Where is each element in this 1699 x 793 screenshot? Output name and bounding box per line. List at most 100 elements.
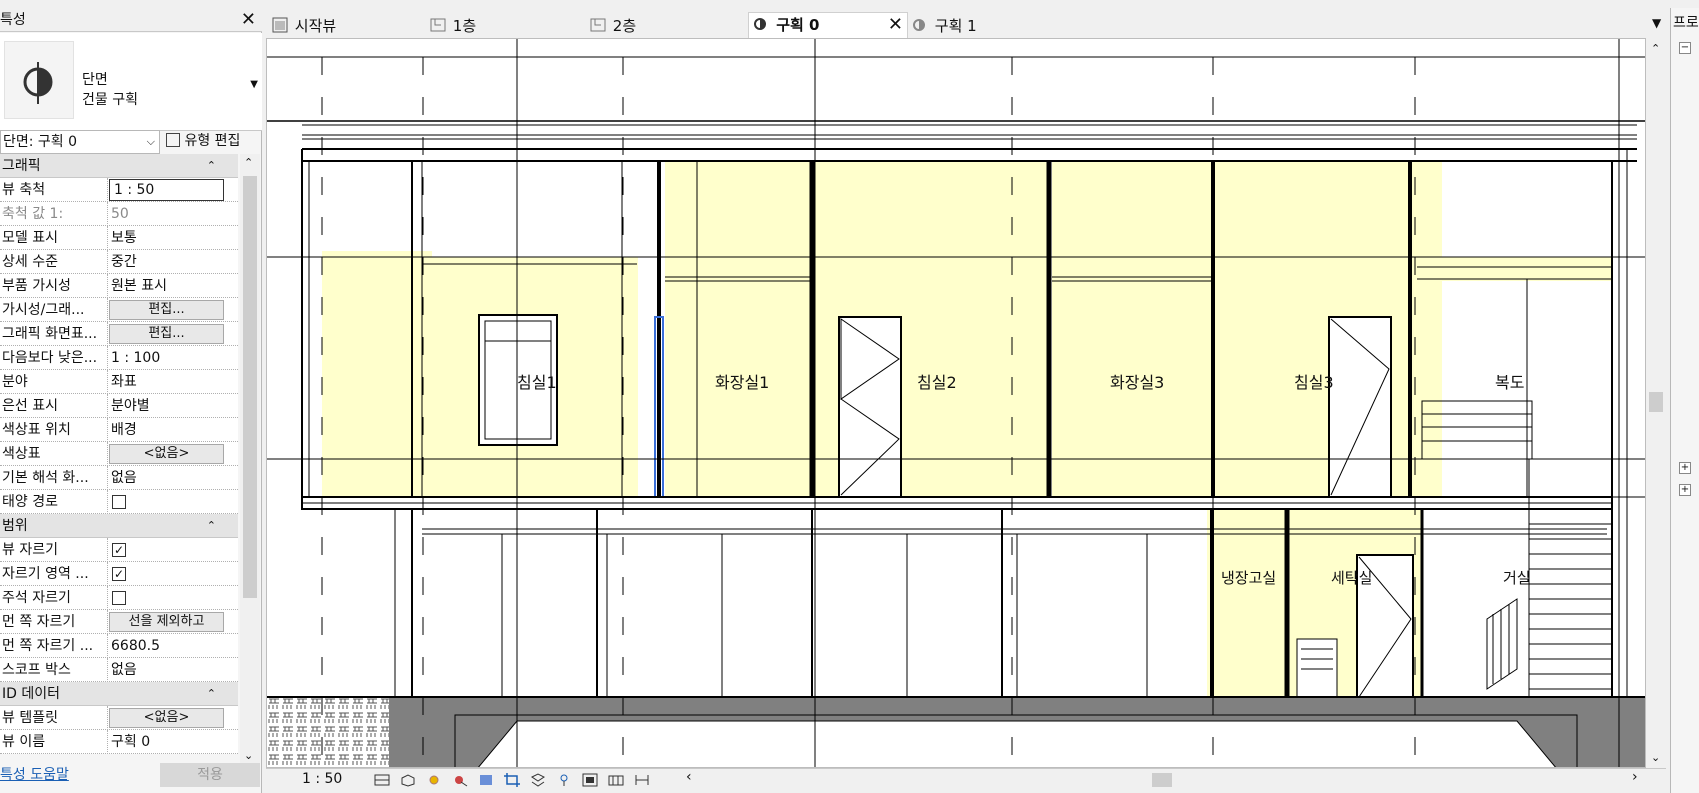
scroll-down-icon[interactable]: ⌄	[1651, 751, 1660, 764]
prop-label: 상세 수준	[0, 250, 108, 274]
scroll-down-icon[interactable]: ⌄	[244, 749, 253, 762]
room-label-living[interactable]: 거실	[1503, 567, 1531, 588]
tab-section-0[interactable]: 구획 0 ✕	[748, 12, 908, 38]
scroll-up-icon[interactable]: ⌃	[1651, 42, 1660, 55]
collapse-tree-icon[interactable]: −	[1679, 42, 1691, 54]
view-vertical-scrollbar[interactable]: ⌃ ⌄	[1646, 38, 1666, 768]
prop-value[interactable]: 배경	[109, 418, 224, 442]
prop-label: 모델 표시	[0, 226, 108, 250]
detail-level-icon[interactable]	[374, 773, 390, 787]
expand-tree-icon[interactable]: +	[1679, 462, 1691, 474]
shadows-icon[interactable]	[452, 773, 468, 787]
color-scheme-button[interactable]: <없음>	[109, 444, 224, 464]
scroll-thumb[interactable]	[243, 176, 257, 598]
type-selector[interactable]: 단면 건물 구획 ▼	[0, 33, 262, 131]
prop-label: 태양 경로	[0, 490, 108, 514]
room-label-bedroom-3[interactable]: 침실3	[1294, 369, 1334, 393]
crop-view-checkbox[interactable]: ✓	[112, 543, 126, 557]
prop-vg-overrides: 가시성/그래... 편집...	[0, 298, 238, 322]
tab-section-1[interactable]: 구획 1	[912, 14, 1052, 38]
annotation-crop-checkbox[interactable]	[112, 591, 126, 605]
crop-view-icon[interactable]	[504, 773, 520, 787]
prop-color-scheme-location: 색상표 위치 배경	[0, 418, 238, 442]
type-name: 건물 구획	[82, 92, 138, 108]
prop-value[interactable]: 없음	[109, 658, 224, 682]
sun-path-checkbox[interactable]	[112, 495, 126, 509]
room-label-bedroom-1[interactable]: 침실1	[517, 369, 557, 393]
room-label-laundry[interactable]: 세탁실	[1331, 567, 1372, 588]
group-header-extents[interactable]: 범위 ⌃	[0, 514, 238, 538]
chevron-down-icon: ⌵	[146, 135, 155, 148]
far-clipping-button[interactable]: 선을 제외하고	[109, 612, 224, 632]
room-label-bathroom-1[interactable]: 화장실1	[715, 369, 769, 393]
vg-edit-button[interactable]: 편집...	[109, 300, 224, 320]
crop-region-checkbox[interactable]: ✓	[112, 567, 126, 581]
room-label-bedroom-2[interactable]: 침실2	[917, 369, 957, 393]
prop-value[interactable]: 보통	[109, 226, 224, 250]
visual-style-icon[interactable]	[400, 773, 416, 787]
prop-parts-visibility: 부품 가시성 원본 표시	[0, 274, 238, 298]
tab-label: 구획 0	[776, 16, 820, 34]
scroll-thumb[interactable]	[1649, 392, 1663, 412]
prop-crop-region-visible: 자르기 영역 ... ✓	[0, 562, 238, 586]
tab-menu-icon[interactable]: ▼	[1652, 16, 1661, 30]
scroll-right-icon[interactable]: ›	[1632, 769, 1638, 785]
scroll-left-icon[interactable]: ‹	[686, 769, 692, 785]
section-view-icon	[912, 16, 930, 32]
type-family: 단면	[82, 72, 108, 88]
prop-value[interactable]: 1 : 100	[109, 346, 224, 370]
view-horizontal-scrollbar[interactable]	[686, 773, 1622, 787]
group-label: ID 데이터	[2, 686, 60, 702]
tab-start-view[interactable]: 시작뷰	[272, 14, 412, 38]
prop-value[interactable]: 구획 0	[109, 730, 224, 754]
group-header-graphics[interactable]: 그래픽 ⌃	[0, 154, 238, 178]
prop-label: 그래픽 화면표...	[0, 322, 108, 346]
prop-value[interactable]: 6680.5	[109, 634, 224, 658]
instance-selector[interactable]: 단면: 구획 0 ⌵	[0, 130, 160, 154]
show-crop-region-icon[interactable]	[530, 773, 546, 787]
expand-tree-icon[interactable]: +	[1679, 484, 1691, 496]
tab-label: 시작뷰	[294, 17, 337, 35]
view-scale-selector[interactable]: 1 : 50	[302, 771, 342, 787]
render-icon[interactable]	[478, 773, 494, 787]
room-fill	[1427, 257, 1613, 281]
properties-help-link[interactable]: 특성 도움말	[0, 764, 69, 784]
section-type-icon	[4, 41, 74, 119]
prop-hidden-lines: 은선 표시 분야별	[0, 394, 238, 418]
sun-path-icon[interactable]	[426, 773, 442, 787]
worksharing-icon[interactable]	[608, 773, 624, 787]
tab-level-2[interactable]: 2층	[590, 14, 730, 38]
view-template-button[interactable]: <없음>	[109, 708, 224, 728]
tab-level-1[interactable]: 1층	[430, 14, 570, 38]
prop-value[interactable]: 중간	[109, 250, 224, 274]
prop-label: 자르기 영역 ...	[0, 562, 108, 586]
tab-label: 2층	[612, 17, 637, 35]
scroll-up-icon[interactable]: ⌃	[244, 156, 253, 169]
prop-value[interactable]: 없음	[109, 466, 224, 490]
room-label-fridge-room[interactable]: 냉장고실	[1221, 567, 1276, 588]
view-scale-input[interactable]: 1 : 50	[109, 179, 224, 201]
prop-value[interactable]: 좌표	[109, 370, 224, 394]
section-view-canvas[interactable]: 침실1 화장실1 침실2 화장실3 침실3 복도 냉장고실 세탁실 거실	[266, 38, 1646, 768]
apply-button[interactable]: 적용	[160, 763, 260, 787]
prop-graphic-display: 그래픽 화면표... 편집...	[0, 322, 238, 346]
edit-type-button[interactable]: 유형 편집	[166, 130, 240, 154]
prop-value[interactable]: 분야별	[109, 394, 224, 418]
prop-detail-level: 상세 수준 중간	[0, 250, 238, 274]
properties-scrollbar[interactable]: ⌃ ⌄	[240, 154, 260, 766]
temporary-hide-icon[interactable]	[556, 773, 572, 787]
edit-type-icon	[166, 133, 180, 147]
constraints-icon[interactable]	[634, 773, 650, 787]
graphic-display-edit-button[interactable]: 편집...	[109, 324, 224, 344]
chevron-down-icon[interactable]: ▼	[250, 79, 258, 90]
properties-title: 특성	[0, 12, 26, 28]
group-header-identity[interactable]: ID 데이터 ⌃	[0, 682, 238, 706]
prop-scale-value: 축척 값 1: 50	[0, 202, 238, 226]
room-label-hallway[interactable]: 복도	[1495, 369, 1524, 393]
room-label-bathroom-3[interactable]: 화장실3	[1110, 369, 1164, 393]
reveal-hidden-icon[interactable]	[582, 773, 598, 787]
prop-value[interactable]: 원본 표시	[109, 274, 224, 298]
scroll-thumb[interactable]	[1152, 773, 1172, 787]
close-icon[interactable]: ✕	[241, 8, 256, 32]
close-tab-icon[interactable]: ✕	[888, 13, 903, 37]
